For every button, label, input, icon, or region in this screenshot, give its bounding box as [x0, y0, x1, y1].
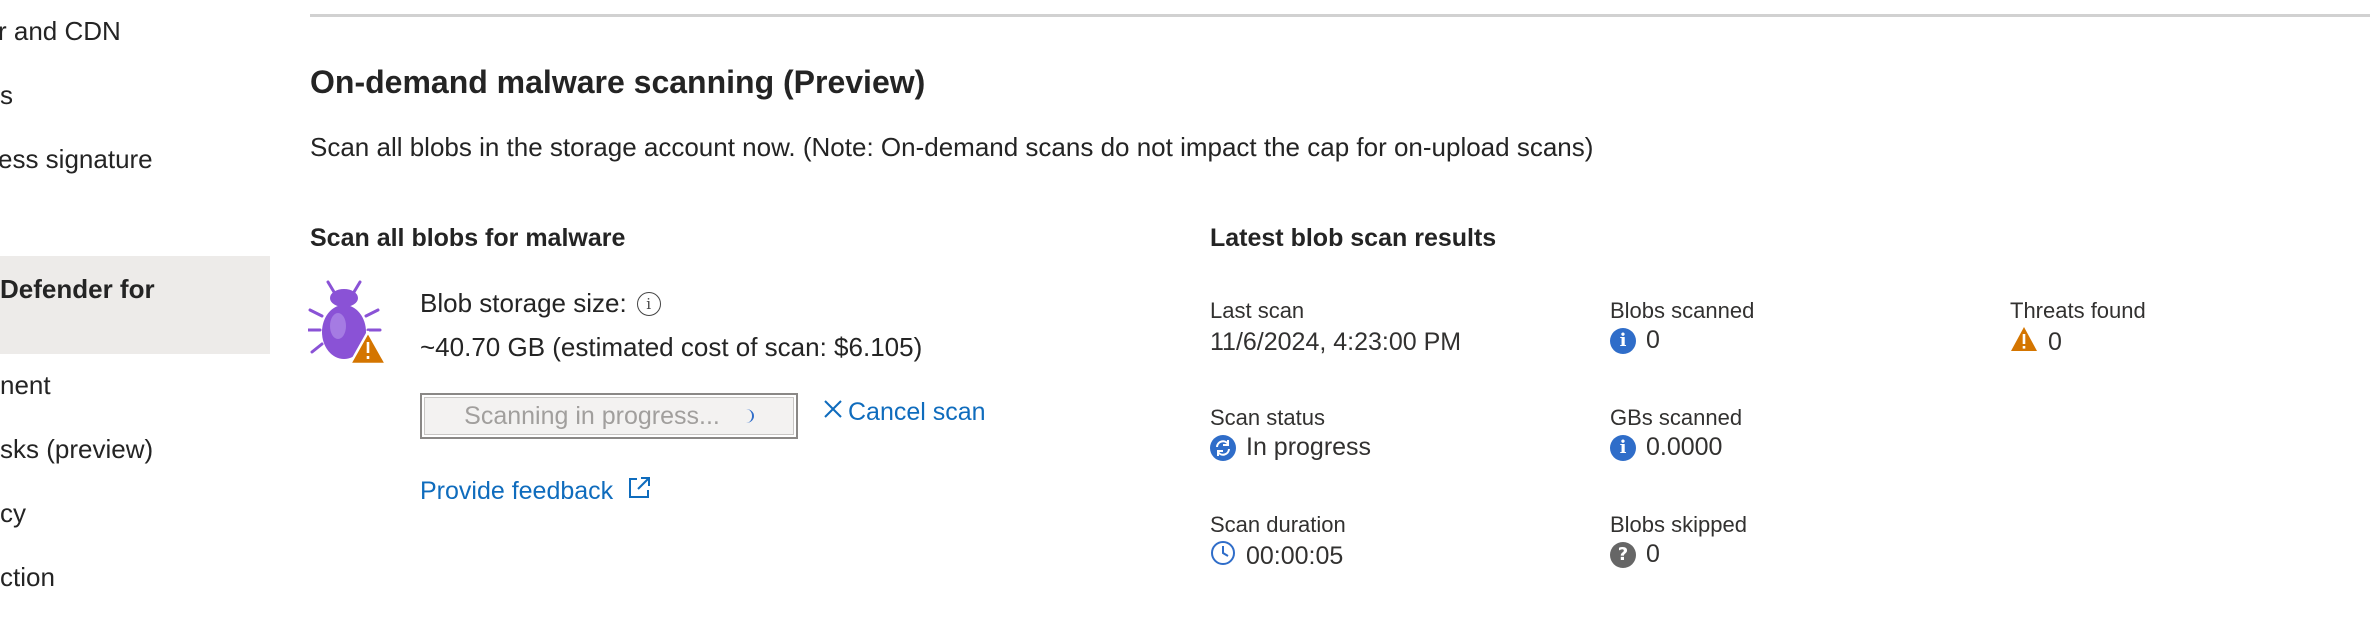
sidebar-item-storage-tasks[interactable]: sks (preview) — [0, 434, 270, 470]
info-icon[interactable]: i — [636, 291, 661, 316]
sidebar-item-access-keys[interactable]: s — [0, 80, 270, 116]
blob-storage-size-label: Blob storage size: i — [420, 288, 661, 319]
gbs-scanned-label: GBs scanned — [1610, 405, 1743, 430]
bug-warning-icon — [306, 280, 388, 366]
blobs-scanned-label: Blobs scanned — [1610, 298, 1755, 323]
threats-found-value: 0 — [2010, 326, 2062, 359]
threats-found-text: 0 — [2048, 328, 2062, 356]
scan-duration-label: Scan duration — [1210, 512, 1346, 537]
warning-triangle-icon — [2010, 326, 2038, 359]
left-navigation: r and CDN s ess signature Defender for n… — [0, 0, 270, 632]
provide-feedback-link[interactable]: Provide feedback — [420, 474, 653, 509]
scan-duration-value: 00:00:05 — [1210, 540, 1343, 573]
close-icon — [822, 398, 844, 427]
spinner-icon — [738, 409, 754, 423]
threats-found-label: Threats found — [2010, 298, 2146, 323]
blob-storage-size-value: ~40.70 GB (estimated cost of scan: $6.10… — [420, 332, 923, 362]
info-icon: i — [1610, 434, 1636, 461]
gbs-scanned-text: 0.0000 — [1646, 433, 1723, 461]
blobs-skipped-label: Blobs skipped — [1610, 512, 1747, 537]
sidebar-item-cdn[interactable]: r and CDN — [0, 16, 270, 52]
blobs-skipped-value: ? 0 — [1610, 540, 1660, 569]
gbs-scanned-value: i 0.0000 — [1610, 433, 1722, 462]
sidebar-item-shared-access-signature[interactable]: ess signature — [0, 144, 270, 180]
scanning-in-progress-button[interactable]: Scanning in progress... — [420, 393, 798, 439]
sync-icon — [1210, 434, 1236, 461]
section-title: On-demand malware scanning (Preview) — [310, 64, 926, 100]
sidebar-item-object-replication[interactable]: cy — [0, 498, 270, 534]
cancel-scan-label: Cancel scan — [848, 398, 986, 426]
blob-storage-size-text: Blob storage size: — [420, 288, 627, 318]
scan-duration-text: 00:00:05 — [1246, 542, 1344, 570]
blobs-skipped-text: 0 — [1646, 540, 1660, 568]
blobs-scanned-value: i 0 — [1610, 326, 1660, 355]
results-title: Latest blob scan results — [1210, 224, 1497, 252]
scan-status-value: In progress — [1210, 433, 1371, 462]
question-icon: ? — [1610, 541, 1636, 568]
sidebar-item-data-protection[interactable]: ction — [0, 562, 270, 598]
sidebar-item-lifecycle-management[interactable]: nent — [0, 370, 270, 406]
section-divider — [310, 14, 2370, 17]
scan-panel-title: Scan all blobs for malware — [310, 224, 626, 252]
last-scan-label: Last scan — [1210, 298, 1305, 323]
last-scan-text: 11/6/2024, 4:23:00 PM — [1210, 328, 1462, 356]
cancel-scan-link[interactable]: Cancel scan — [822, 398, 986, 427]
scan-button-label: Scanning in progress... — [464, 401, 720, 430]
scan-status-label: Scan status — [1210, 405, 1325, 430]
sidebar-item-defender[interactable]: Defender for — [0, 256, 270, 354]
blobs-scanned-text: 0 — [1646, 326, 1660, 354]
scan-status-text: In progress — [1246, 433, 1372, 461]
info-icon: i — [1610, 327, 1636, 354]
external-link-icon — [625, 474, 653, 509]
section-description: Scan all blobs in the storage account no… — [310, 132, 1594, 162]
last-scan-value: 11/6/2024, 4:23:00 PM — [1210, 328, 1461, 357]
provide-feedback-label: Provide feedback — [420, 477, 614, 505]
clock-icon — [1210, 540, 1236, 573]
